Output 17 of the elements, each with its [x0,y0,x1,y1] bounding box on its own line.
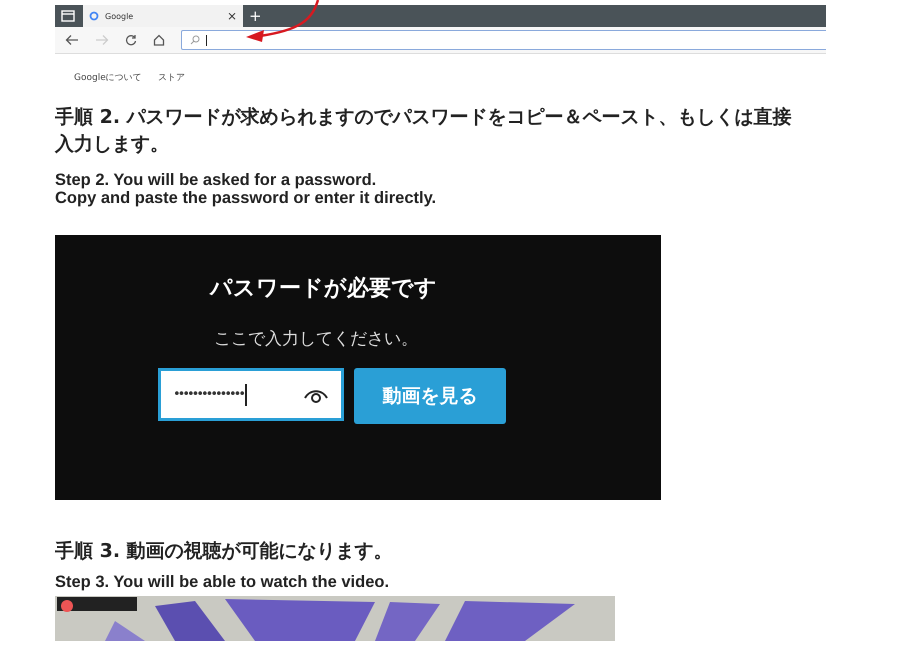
nav-link[interactable]: Googleについて [74,71,142,84]
password-field[interactable]: ••••••••••••••• [158,368,344,422]
search-icon [190,35,200,45]
dialog-title: パスワードが必要です [210,275,438,304]
step-heading: 手順 3. 動画の視聴が可能になります。 [55,539,394,564]
dialog-prompt: ここで入力してください。 [214,328,419,350]
home-icon[interactable] [153,34,165,46]
nav-link[interactable]: ストア [158,71,185,84]
step-heading: 手順 2. パスワードが求められますのでパスワードをコピー＆ペースト、もしくは直接入力します。 [55,105,793,157]
close-icon[interactable]: × [226,9,237,23]
new-tab-button[interactable]: + [249,7,262,25]
step-description: Step 3. You will be able to watch the video. [55,573,390,592]
browser-tab[interactable]: Google × [83,5,243,27]
back-icon[interactable] [65,34,79,46]
step-description: Step 2. You will be asked for a password. Copy and paste the password or enter it directly. [55,171,438,208]
tab-list-icon[interactable] [61,10,75,22]
reload-icon[interactable] [125,34,137,46]
